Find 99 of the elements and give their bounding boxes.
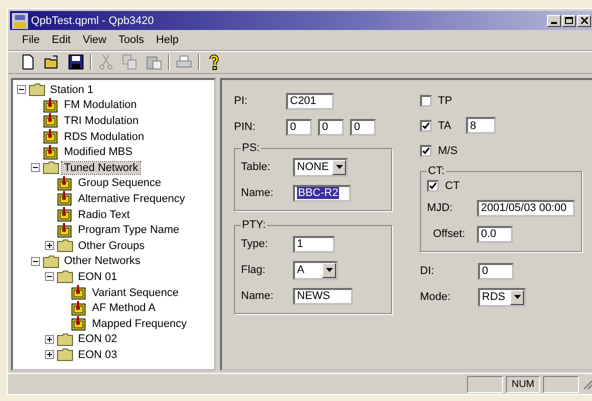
dropdown-arrow-icon [326,268,332,272]
tree-item[interactable]: Variant Sequence [90,286,181,299]
tree-item[interactable]: FM Modulation [62,99,139,112]
menu-item[interactable]: File [16,34,46,46]
status-pane [467,376,503,392]
save-icon[interactable] [66,53,86,71]
folder-icon [43,254,59,268]
folder-icon [29,83,45,96]
field-label: Type: [241,238,269,250]
group-title: CT: [427,165,446,177]
status-pane [543,376,579,392]
checkbox[interactable] [427,180,439,192]
dropdown[interactable]: RDS [478,288,526,306]
collapse-icon[interactable] [31,163,40,172]
folder-icon [43,161,59,174]
minimize-button[interactable] [547,14,561,26]
text-field[interactable]: C201 [286,92,334,110]
tree-item[interactable]: Other Groups [76,240,147,252]
document-pin-icon [57,207,73,222]
tree-item[interactable]: Modified MBS [62,146,134,158]
tree-item[interactable]: RDS Modulation [62,130,146,143]
field-label: Table: [241,161,272,173]
tree-item[interactable]: Program Type Name [76,224,182,236]
status-pane: NUM [506,376,540,392]
field-label: Name: [241,187,274,199]
folder-icon [57,239,73,252]
text-field[interactable]: NEWS [293,288,353,304]
folder-icon [57,270,73,284]
field-label: PI: [234,95,248,107]
tree-item[interactable]: EON 03 [76,348,120,361]
document-pin-icon [71,316,87,332]
text-field[interactable]: BBC-R2 [293,184,351,202]
resize-grip-icon [582,378,592,390]
field-label: Offset: [432,228,466,240]
tree-item[interactable]: Tuned Network [62,162,140,174]
window-title: QpbTest.qpml - Qpb3420 [31,14,154,26]
checkbox-label: CT [445,180,460,192]
text-field[interactable]: 0 [350,118,376,136]
dropdown-arrow-icon [336,165,342,169]
tree-item[interactable]: AF Method A [90,302,158,314]
document-pin-icon [43,129,59,144]
field-label: DI: [420,265,436,277]
close-button[interactable] [577,14,591,26]
checkbox[interactable] [420,144,432,156]
document-pin-icon [57,176,73,191]
tree-item[interactable]: EON 01 [76,270,120,283]
tree-item[interactable]: Radio Text [76,208,132,221]
field-label: PIN: [234,121,256,133]
app-icon [12,12,28,28]
document-pin-icon [57,191,73,206]
text-field[interactable]: 0 [478,262,514,280]
expand-icon[interactable] [45,350,54,360]
text-field[interactable]: 2001/05/03 00:00 [477,200,575,216]
menu-item[interactable]: Edit [46,34,77,46]
maximize-icon [565,17,573,24]
close-icon [580,17,588,24]
checkbox-label: TA [438,120,452,132]
tree-item[interactable]: Mapped Frequency [90,318,189,330]
text-field[interactable]: 0 [286,118,312,136]
folder-icon [57,348,73,362]
field-label: Flag: [241,264,266,276]
maximize-button[interactable] [562,14,576,26]
tree-item[interactable]: Other Networks [62,255,142,268]
document-pin-icon [71,300,87,316]
expand-icon[interactable] [45,241,54,250]
document-pin-icon [43,98,59,113]
document-pin-icon [57,222,73,238]
tree-item[interactable]: TRI Modulation [62,114,141,127]
menu-item[interactable]: Tools [112,34,150,46]
document-pin-icon [43,144,59,160]
text-field[interactable]: 0.0 [477,226,513,242]
collapse-icon[interactable] [45,272,54,282]
checkbox[interactable] [420,94,432,106]
field-label: Name: [241,290,274,302]
dropdown[interactable]: NONE [293,158,348,176]
group-title: PTY: [241,219,267,231]
field-label: MJD: [427,202,454,214]
menu-item[interactable]: Help [150,34,185,46]
menu-item[interactable]: View [76,34,112,46]
folder-icon [57,332,73,346]
text-field[interactable]: 0 [318,118,344,136]
checkbox[interactable] [420,120,432,132]
collapse-icon[interactable] [31,256,40,266]
document-pin-icon [71,285,87,300]
dropdown[interactable]: A [293,260,338,280]
dropdown-arrow-icon [514,295,520,299]
tree-item[interactable]: Group Sequence [76,177,164,190]
checkbox-label: M/S [438,144,458,156]
expand-icon[interactable] [45,334,54,344]
tree-item[interactable]: EON 02 [76,333,120,346]
checkbox-label: TP [438,94,452,106]
collapse-icon[interactable] [17,85,26,94]
tree-item[interactable]: Station 1 [48,84,96,96]
group-title: PS: [241,142,261,154]
document-pin-icon [43,113,59,128]
text-field[interactable]: 8 [466,117,496,134]
tree-item[interactable]: Alternative Frequency [76,192,187,205]
text-field[interactable]: 1 [293,236,335,252]
field-label: Mode: [420,291,452,303]
